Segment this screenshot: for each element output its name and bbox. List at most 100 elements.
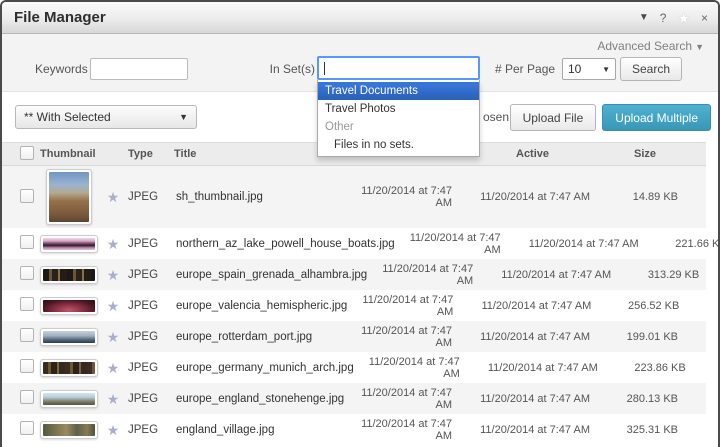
header-active: Active bbox=[466, 148, 606, 160]
star-icon[interactable]: ★ bbox=[98, 423, 128, 437]
star-icon[interactable]: ★ bbox=[98, 268, 128, 282]
active-date: 11/20/2014 at 7:47 AM bbox=[515, 238, 655, 250]
thumbnail-image bbox=[43, 362, 95, 374]
file-type: JPEG bbox=[128, 362, 174, 374]
file-type: JPEG bbox=[128, 331, 174, 343]
star-icon[interactable]: ★ bbox=[98, 392, 128, 406]
table-row: ★ JPEG europe_rotterdam_port.jpg 11/20/2… bbox=[2, 321, 706, 352]
text-cursor bbox=[324, 62, 325, 75]
file-title: england_village.jpg bbox=[174, 424, 346, 436]
file-type: JPEG bbox=[128, 424, 174, 436]
thumbnail-frame[interactable] bbox=[40, 328, 98, 346]
file-title: sh_thumbnail.jpg bbox=[174, 191, 346, 203]
file-title: europe_valencia_hemispheric.jpg bbox=[174, 300, 347, 312]
table-row: ★ JPEG europe_germany_munich_arch.jpg 11… bbox=[2, 352, 706, 383]
thumbnail-image bbox=[43, 300, 95, 312]
titlebar-icons: ▼ ? ★ × bbox=[639, 11, 708, 25]
star-icon[interactable]: ★ bbox=[98, 299, 128, 313]
thumbnail-image bbox=[43, 269, 95, 281]
file-size: 221.66 KB bbox=[655, 238, 720, 250]
thumbnail-frame[interactable] bbox=[40, 421, 98, 439]
row-checkbox[interactable] bbox=[20, 297, 34, 311]
file-size: 223.86 KB bbox=[614, 362, 714, 374]
thumbnail-image bbox=[43, 424, 95, 436]
in-sets-dropdown: Travel Documents Travel Photos Other Fil… bbox=[317, 80, 480, 157]
file-table: ★ JPEG sh_thumbnail.jpg 11/20/2014 at 7:… bbox=[2, 166, 706, 445]
table-row: ★ JPEG europe_valencia_hemispheric.jpg 1… bbox=[2, 290, 706, 321]
chevron-down-icon: ▼ bbox=[179, 112, 188, 122]
upload-multiple-button[interactable]: Upload Multiple bbox=[602, 104, 711, 131]
star-icon[interactable]: ★ bbox=[98, 361, 128, 375]
thumbnail-frame[interactable] bbox=[40, 266, 98, 284]
uploaded-date: 11/20/2014 at 7:47 AM bbox=[354, 356, 474, 380]
uploaded-date: 11/20/2014 at 7:47 AM bbox=[347, 294, 467, 318]
header-type: Type bbox=[128, 148, 174, 160]
upload-buttons: Upload File Upload Multiple bbox=[510, 104, 711, 131]
dropdown-option[interactable]: Travel Photos bbox=[318, 100, 479, 118]
uploaded-date: 11/20/2014 at 7:47 AM bbox=[346, 185, 466, 209]
active-date: 11/20/2014 at 7:47 AM bbox=[466, 191, 606, 203]
collapse-icon[interactable]: ▼ bbox=[639, 13, 649, 23]
file-size: 280.13 KB bbox=[606, 393, 706, 405]
row-checkbox[interactable] bbox=[20, 359, 34, 373]
row-checkbox[interactable] bbox=[20, 235, 34, 249]
file-size: 199.01 KB bbox=[606, 331, 706, 343]
select-all-checkbox[interactable] bbox=[20, 146, 34, 160]
chevron-down-icon: ▼ bbox=[695, 42, 704, 52]
active-date: 11/20/2014 at 7:47 AM bbox=[487, 269, 627, 281]
with-selected-select[interactable]: ** With Selected ▼ bbox=[15, 105, 197, 129]
with-selected-label: ** With Selected bbox=[24, 110, 111, 124]
file-title: europe_england_stonehenge.jpg bbox=[174, 393, 346, 405]
search-button[interactable]: Search bbox=[620, 57, 682, 81]
dropdown-option[interactable]: Files in no sets. bbox=[318, 136, 479, 154]
upload-file-button[interactable]: Upload File bbox=[510, 104, 597, 131]
thumbnail-image bbox=[49, 172, 89, 222]
uploaded-date: 11/20/2014 at 7:47 AM bbox=[346, 325, 466, 349]
dropdown-option[interactable]: Other bbox=[318, 118, 479, 136]
table-row: ★ JPEG england_village.jpg 11/20/2014 at… bbox=[2, 414, 706, 445]
chevron-down-icon: ▼ bbox=[602, 65, 610, 74]
file-size: 256.52 KB bbox=[607, 300, 707, 312]
active-date: 11/20/2014 at 7:47 AM bbox=[474, 362, 614, 374]
thumbnail-frame[interactable] bbox=[40, 235, 98, 253]
active-date: 11/20/2014 at 7:47 AM bbox=[467, 300, 607, 312]
star-icon[interactable]: ★ bbox=[98, 237, 128, 251]
row-checkbox[interactable] bbox=[20, 421, 34, 435]
row-checkbox[interactable] bbox=[20, 189, 34, 203]
thumbnail-frame[interactable] bbox=[40, 359, 98, 377]
thumbnail-frame[interactable] bbox=[46, 169, 92, 225]
file-size: 325.31 KB bbox=[606, 424, 706, 436]
favorite-icon[interactable]: ★ bbox=[677, 11, 690, 25]
table-row: ★ JPEG europe_spain_grenada_alhambra.jpg… bbox=[2, 259, 706, 290]
table-row: ★ JPEG sh_thumbnail.jpg 11/20/2014 at 7:… bbox=[2, 166, 706, 228]
row-checkbox[interactable] bbox=[20, 390, 34, 404]
thumbnail-frame[interactable] bbox=[40, 390, 98, 408]
in-sets-multiselect[interactable]: Travel Documents Travel Photos Other Fil… bbox=[317, 56, 480, 80]
active-date: 11/20/2014 at 7:47 AM bbox=[466, 424, 606, 436]
file-chosen-text: osen bbox=[483, 110, 509, 124]
dropdown-option[interactable]: Travel Documents bbox=[318, 82, 479, 100]
per-page-value: 10 bbox=[568, 62, 581, 76]
keywords-input[interactable] bbox=[90, 58, 188, 80]
per-page-label: # Per Page bbox=[495, 58, 555, 80]
in-sets-label: In Set(s) bbox=[257, 58, 315, 80]
per-page-select[interactable]: 10 ▼ bbox=[562, 58, 616, 80]
help-icon[interactable]: ? bbox=[660, 12, 667, 24]
file-size: 14.89 KB bbox=[606, 191, 706, 203]
titlebar: File Manager ▼ ? ★ × bbox=[2, 2, 718, 34]
in-sets-input[interactable] bbox=[317, 56, 480, 80]
close-icon[interactable]: × bbox=[701, 12, 708, 24]
row-checkbox[interactable] bbox=[20, 328, 34, 342]
file-manager-dialog: File Manager ▼ ? ★ × Advanced Search▼ Ke… bbox=[0, 0, 720, 447]
star-icon[interactable]: ★ bbox=[98, 330, 128, 344]
row-checkbox[interactable] bbox=[20, 266, 34, 280]
star-icon[interactable]: ★ bbox=[98, 190, 128, 204]
file-type: JPEG bbox=[128, 238, 174, 250]
thumbnail-frame[interactable] bbox=[40, 297, 98, 315]
thumbnail-image bbox=[43, 331, 95, 343]
header-thumbnail: Thumbnail bbox=[40, 148, 98, 160]
file-type: JPEG bbox=[128, 191, 174, 203]
uploaded-date: 11/20/2014 at 7:47 AM bbox=[346, 418, 466, 442]
file-title: northern_az_lake_powell_house_boats.jpg bbox=[174, 238, 395, 250]
advanced-search-link[interactable]: Advanced Search▼ bbox=[597, 39, 704, 53]
